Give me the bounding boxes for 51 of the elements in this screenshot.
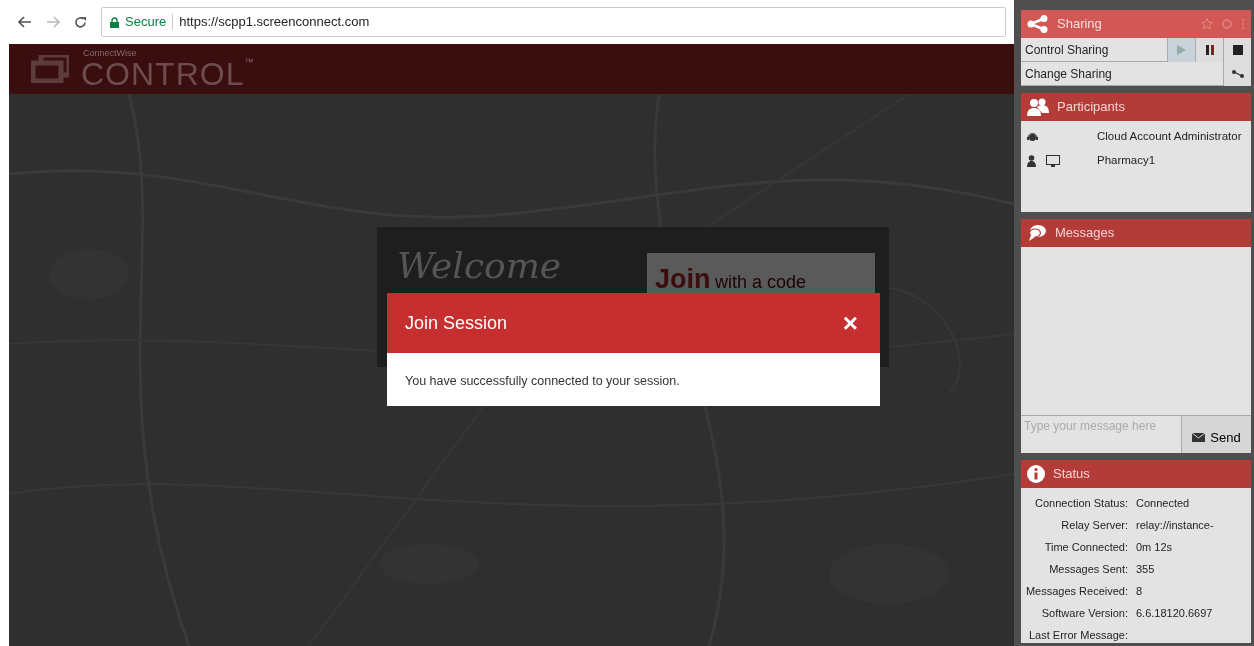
lock-icon — [110, 16, 119, 28]
address-bar[interactable]: Secure https://scpp1.screenconnect.com — [101, 7, 1006, 37]
star-icon[interactable] — [1201, 18, 1213, 30]
pause-icon — [1205, 44, 1214, 55]
pause-button[interactable] — [1195, 37, 1223, 62]
status-label: Time Connected: — [1043, 539, 1129, 555]
brand-title: CONTROL™ — [81, 57, 255, 90]
status-label: Messages Sent: — [1048, 561, 1129, 577]
monitor-icon — [1046, 155, 1060, 167]
message-input[interactable]: Type your message here — [1021, 415, 1181, 453]
close-button[interactable]: × — [842, 310, 858, 336]
connector-icon — [1231, 69, 1244, 78]
status-value: 6.6.18120.6697 — [1136, 605, 1214, 621]
status-label: Messages Received: — [1024, 583, 1129, 599]
logo-icon — [31, 55, 69, 83]
share-icon — [1027, 15, 1049, 33]
status-value: relay://instance- — [1136, 517, 1215, 533]
participant-name: Cloud Account Administrator — [1097, 129, 1242, 145]
status-label: Last Error Message: — [1027, 627, 1129, 643]
status-title: Status — [1053, 465, 1090, 484]
dialog-title: Join Session — [405, 311, 508, 335]
stop-button[interactable] — [1223, 37, 1251, 62]
people-icon — [1027, 98, 1049, 116]
info-icon — [1027, 465, 1045, 483]
back-icon[interactable] — [18, 16, 32, 28]
dialog-message: You have successfully connected to your session. — [405, 374, 680, 388]
headset-icon — [1027, 131, 1038, 143]
participant-name: Pharmacy1 — [1097, 153, 1156, 169]
url-text: https://scpp1.screenconnect.com — [179, 13, 370, 32]
messages-title: Messages — [1055, 224, 1115, 243]
sharing-option: Change Sharing — [1021, 64, 1223, 83]
sharing-title: Sharing — [1057, 15, 1103, 34]
secure-label: Secure — [125, 13, 167, 32]
stop-icon — [1232, 44, 1243, 55]
status-label: Software Version: — [1040, 605, 1129, 621]
person-icon — [1027, 155, 1036, 167]
sharing-option: Control Sharing — [1021, 40, 1167, 59]
play-icon — [1177, 44, 1186, 55]
status-label: Relay Server: — [1060, 517, 1129, 533]
reload-icon[interactable] — [74, 15, 87, 29]
chat-icon — [1027, 224, 1047, 242]
status-value: 8 — [1136, 583, 1144, 599]
participants-title: Participants — [1057, 98, 1125, 117]
send-button[interactable]: Send — [1181, 415, 1251, 453]
status-value: Connected — [1136, 495, 1191, 511]
brand-subtitle: ConnectWise — [83, 48, 138, 58]
status-label: Connection Status: — [1034, 495, 1129, 511]
change-sharing-button[interactable] — [1223, 61, 1251, 86]
status-value: 355 — [1136, 561, 1156, 577]
status-value: 0m 12s — [1136, 539, 1174, 555]
envelope-icon — [1192, 433, 1206, 442]
